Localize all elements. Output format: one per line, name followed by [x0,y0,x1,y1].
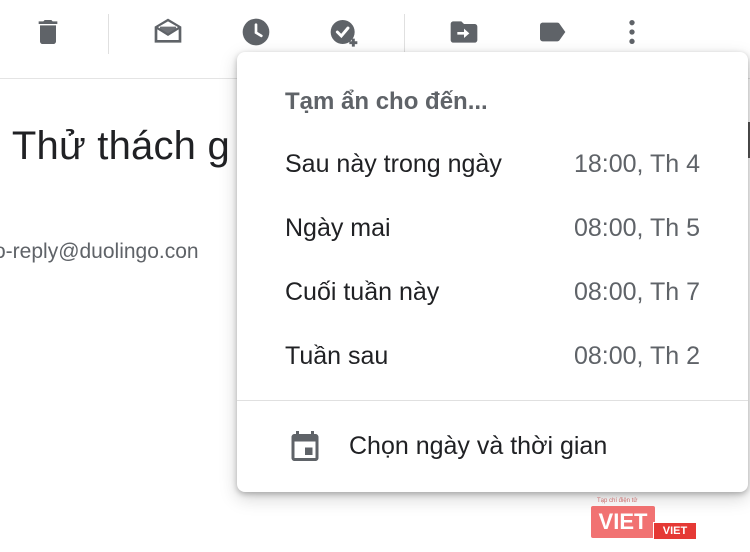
more-vert-icon[interactable] [612,12,652,52]
move-to-icon[interactable] [444,12,484,52]
snooze-option-this-weekend[interactable]: Cuối tuần này 08:00, Th 7 [237,264,748,320]
mark-unread-icon[interactable] [148,12,188,52]
snooze-option-next-week[interactable]: Tuần sau 08:00, Th 2 [237,328,748,384]
snooze-menu-title: Tạm ẩn cho đến... [285,88,488,115]
snooze-option-tomorrow[interactable]: Ngày mai 08:00, Th 5 [237,200,748,256]
add-task-icon[interactable] [324,12,364,52]
menu-divider [237,400,748,401]
snooze-option-label: Cuối tuần này [285,278,440,306]
label-icon[interactable] [532,12,572,52]
snooze-icon[interactable] [236,12,276,52]
snooze-option-label: Ngày mai [285,214,391,242]
email-sender: o-reply@duolingo.con [0,240,199,263]
watermark-tag: VIET [653,522,697,540]
snooze-option-label: Tuần sau [285,342,389,370]
calendar-icon [291,431,319,461]
snooze-menu: Tạm ẩn cho đến... Sau này trong ngày 18:… [237,52,748,492]
snooze-option-label: Sau này trong ngày [285,150,502,178]
snooze-option-later-today[interactable]: Sau này trong ngày 18:00, Th 4 [237,136,748,192]
snooze-option-time: 08:00, Th 5 [573,214,700,242]
toolbar-divider [108,14,109,54]
pick-date-time-label: Chọn ngày và thời gian [349,432,608,460]
snooze-option-time: 08:00, Th 2 [573,342,700,370]
toolbar-divider [404,14,405,54]
email-subject: : Thử thách g [0,124,230,168]
watermark-brand: VIET [591,506,655,538]
pick-date-time-button[interactable]: Chọn ngày và thời gian [237,414,748,478]
snooze-option-time: 08:00, Th 7 [573,278,700,306]
snooze-option-time: 18:00, Th 4 [573,150,700,178]
vietnamnet-watermark-logo: Tạp chí điện tử VIET VIET [591,498,701,544]
delete-icon[interactable] [28,12,68,52]
watermark-small-text: Tạp chí điện tử [597,498,638,504]
